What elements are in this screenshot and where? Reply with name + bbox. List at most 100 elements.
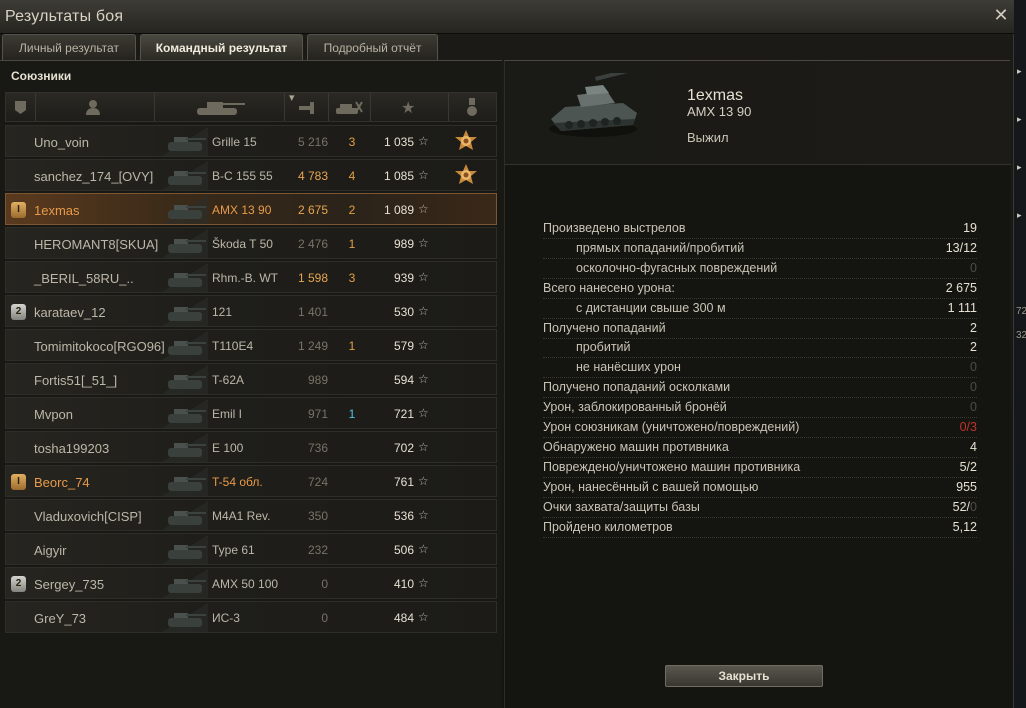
- player-name: Sergey_735: [34, 577, 105, 592]
- star-icon: ☆: [418, 338, 429, 352]
- close-icon[interactable]: ✕: [992, 6, 1010, 24]
- window-title: Результаты боя: [5, 8, 124, 25]
- table-row[interactable]: 2 karataev_12 121 1 401 530 ☆: [5, 295, 497, 327]
- vehicle-icon: [162, 501, 208, 530]
- column-platoon[interactable]: [6, 93, 36, 121]
- stat-value-main: 52/: [952, 499, 971, 514]
- tab-personal-result[interactable]: Личный результат: [2, 34, 136, 60]
- tab-detailed-report[interactable]: Подробный отчёт: [307, 34, 438, 60]
- table-row[interactable]: HEROMANT8[SKUA] Škoda T 50 2 476 1 989 ☆: [5, 227, 497, 259]
- stat-label: с дистанции свыше 300 м: [576, 300, 726, 315]
- vehicle-icon: [162, 297, 208, 326]
- table-row[interactable]: sanchez_174_[OVY] B-C 155 55 4 783 4 1 085 ☆: [5, 159, 497, 191]
- tab-bar: Личный результат Командный результат Под…: [0, 34, 1014, 60]
- table-row[interactable]: I Beorc_74 T-54 обл. 724 761 ☆: [5, 465, 497, 497]
- platoon-badge: I: [11, 474, 26, 490]
- close-button[interactable]: Закрыть: [665, 665, 823, 687]
- table-row[interactable]: Fortis51[_51_] T-62A 989 594 ☆: [5, 363, 497, 395]
- stat-row: Всего нанесено урона: 2 675: [543, 279, 977, 299]
- vehicle-name: M4A1 Rev.: [212, 509, 271, 523]
- column-medals[interactable]: [449, 93, 496, 121]
- vehicle-icon: [162, 263, 208, 292]
- stat-row: Произведено выстрелов 19: [543, 219, 977, 239]
- player-name: Uno_voin: [34, 135, 89, 150]
- xp-value: 579: [393, 339, 414, 353]
- damage-value: 0: [321, 611, 328, 625]
- stat-label: прямых попаданий/пробитий: [576, 240, 745, 255]
- vehicle-icon: [162, 365, 208, 394]
- kills-value: 1: [348, 407, 356, 421]
- stat-value: 0: [970, 380, 977, 395]
- column-damage[interactable]: ▾: [285, 92, 329, 121]
- column-xp[interactable]: ★: [371, 93, 449, 121]
- table-row[interactable]: 2 Sergey_735 AMX 50 100 0 410 ☆: [5, 567, 497, 599]
- table-row[interactable]: Mvpon Emil I 971 1 721 ☆: [5, 397, 497, 429]
- star-icon: ☆: [418, 576, 429, 590]
- xp-value: 702: [393, 441, 414, 455]
- stat-row: Очки захвата/защиты базы 52/0: [543, 498, 977, 518]
- star-icon: ☆: [418, 406, 429, 420]
- damage-value: 989: [307, 373, 328, 387]
- tab-team-result[interactable]: Командный результат: [140, 34, 303, 60]
- stat-row: Получено попаданий 2: [543, 319, 977, 339]
- kills-value: 4: [348, 169, 356, 183]
- table-row[interactable]: Uno_voin Grille 15 5 216 3 1 035 ☆: [5, 125, 497, 157]
- star-icon: ☆: [418, 202, 429, 216]
- kills-value: 3: [348, 271, 356, 285]
- damage-value: 0: [321, 577, 328, 591]
- stat-label: осколочно-фугасных повреждений: [576, 260, 778, 275]
- table-row[interactable]: Tomimitokoco[RGO96] T110E4 1 249 1 579 ☆: [5, 329, 497, 361]
- table-row[interactable]: tosha199203 E 100 736 702 ☆: [5, 431, 497, 463]
- column-kills[interactable]: [329, 93, 371, 121]
- vehicle-name: Škoda T 50: [212, 237, 273, 251]
- vehicle-name: Type 61: [212, 543, 255, 557]
- star-icon: ☆: [418, 134, 429, 148]
- vehicle-name: Emil I: [212, 407, 242, 421]
- star-icon: ☆: [418, 270, 429, 284]
- stat-value: 1 111: [947, 300, 977, 315]
- allies-panel: Союзники ▾ ★ Uno_voin Grille 15 5 216 3 …: [0, 60, 502, 708]
- damage-value: 1 598: [297, 271, 328, 285]
- arrow-right-icon: ▸: [1017, 210, 1022, 220]
- medal-icon[interactable]: [454, 163, 478, 189]
- table-row[interactable]: Vladuxovich[CISP] M4A1 Rev. 350 536 ☆: [5, 499, 497, 531]
- arrow-right-icon: ▸: [1017, 162, 1022, 172]
- player-name: sanchez_174_[OVY]: [34, 169, 154, 184]
- damage-value: 1 401: [297, 305, 328, 319]
- player-name: GreY_73: [34, 611, 87, 626]
- xp-value: 721: [393, 407, 414, 421]
- side-number: 32: [1016, 330, 1026, 341]
- vehicle-icon: [162, 433, 208, 462]
- damage-value: 971: [307, 407, 328, 421]
- damage-value: 5 216: [297, 135, 328, 149]
- table-row[interactable]: GreY_73 ИС-3 0 484 ☆: [5, 601, 497, 633]
- damage-icon: [299, 102, 314, 114]
- star-icon: ☆: [418, 440, 429, 454]
- column-vehicle[interactable]: [155, 93, 285, 121]
- kills-value: 1: [348, 237, 356, 251]
- stat-row: Повреждено/уничтожено машин противника 5/…: [543, 458, 977, 478]
- platoon-badge: 2: [11, 304, 26, 320]
- medal-icon[interactable]: [454, 129, 478, 155]
- player-name: 1exmas: [34, 203, 80, 218]
- player-name: Aigyir: [34, 543, 67, 558]
- table-row[interactable]: _BERIL_58RU_.. Rhm.-B. WT 1 598 3 939 ☆: [5, 261, 497, 293]
- damage-value: 736: [307, 441, 328, 455]
- stat-value-dim: 0: [970, 499, 977, 514]
- detail-player-name: 1exmas: [687, 87, 744, 104]
- stat-row: пробитий 2: [543, 338, 977, 359]
- table-row[interactable]: Aigyir Type 61 232 506 ☆: [5, 533, 497, 565]
- damage-value: 2 476: [297, 237, 328, 251]
- star-icon: ☆: [418, 236, 429, 250]
- column-player[interactable]: [36, 93, 155, 121]
- stat-value: 2: [970, 340, 977, 355]
- table-row[interactable]: I 1exmas AMX 13 90 2 675 2 1 089 ☆: [5, 193, 497, 225]
- vehicle-icon: [162, 569, 208, 598]
- xp-value: 594: [393, 373, 414, 387]
- stat-row: Урон, нанесённый с вашей помощью 955: [543, 478, 977, 498]
- stat-row: Урон, заблокированный бронёй 0: [543, 398, 977, 419]
- stat-value: 955: [956, 479, 977, 494]
- vehicle-icon: [162, 467, 208, 496]
- detail-status: Выжил: [687, 130, 729, 145]
- detail-vehicle-name: AMX 13 90: [687, 104, 752, 119]
